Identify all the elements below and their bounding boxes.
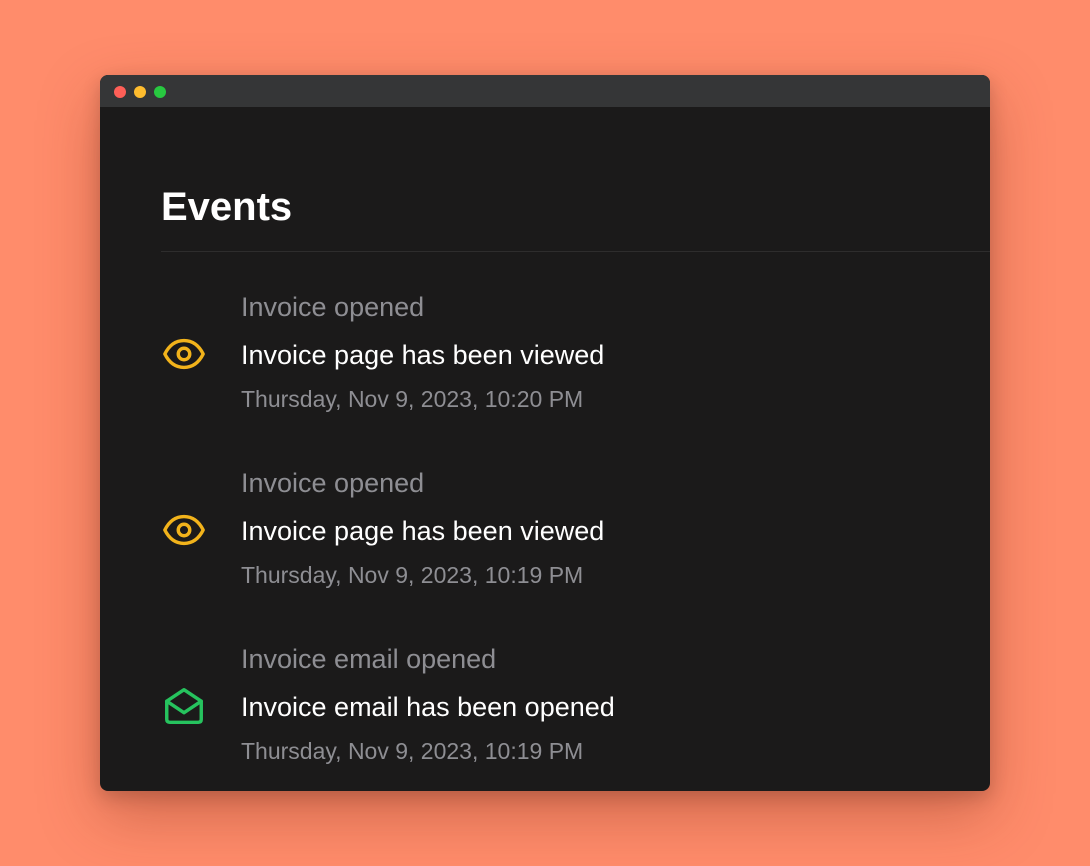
app-window: Events Invoice opened Invoice page has b… <box>100 75 990 791</box>
event-type: Invoice email opened <box>241 644 497 674</box>
close-window-button[interactable] <box>114 86 126 98</box>
event-description: Invoice email has been opened <box>241 692 615 722</box>
page-title: Events <box>161 185 293 229</box>
window-titlebar <box>100 75 990 107</box>
minimize-window-button[interactable] <box>134 86 146 98</box>
eye-icon <box>161 507 207 553</box>
eye-icon <box>161 331 207 377</box>
event-description: Invoice page has been viewed <box>241 516 605 546</box>
event-timestamp: Thursday, Nov 9, 2023, 10:19 PM <box>241 738 584 764</box>
maximize-window-button[interactable] <box>154 86 166 98</box>
title-divider <box>161 251 990 252</box>
event-type: Invoice opened <box>241 292 425 322</box>
mail-open-icon <box>161 683 207 729</box>
event-timestamp: Thursday, Nov 9, 2023, 10:19 PM <box>241 562 584 588</box>
event-description: Invoice page has been viewed <box>241 340 605 370</box>
event-item: Invoice email opened Invoice email has b… <box>100 633 990 773</box>
event-type: Invoice opened <box>241 468 425 498</box>
event-timestamp: Thursday, Nov 9, 2023, 10:20 PM <box>241 386 584 412</box>
event-item: Invoice opened Invoice page has been vie… <box>100 457 990 597</box>
event-item: Invoice opened Invoice page has been vie… <box>100 281 990 421</box>
